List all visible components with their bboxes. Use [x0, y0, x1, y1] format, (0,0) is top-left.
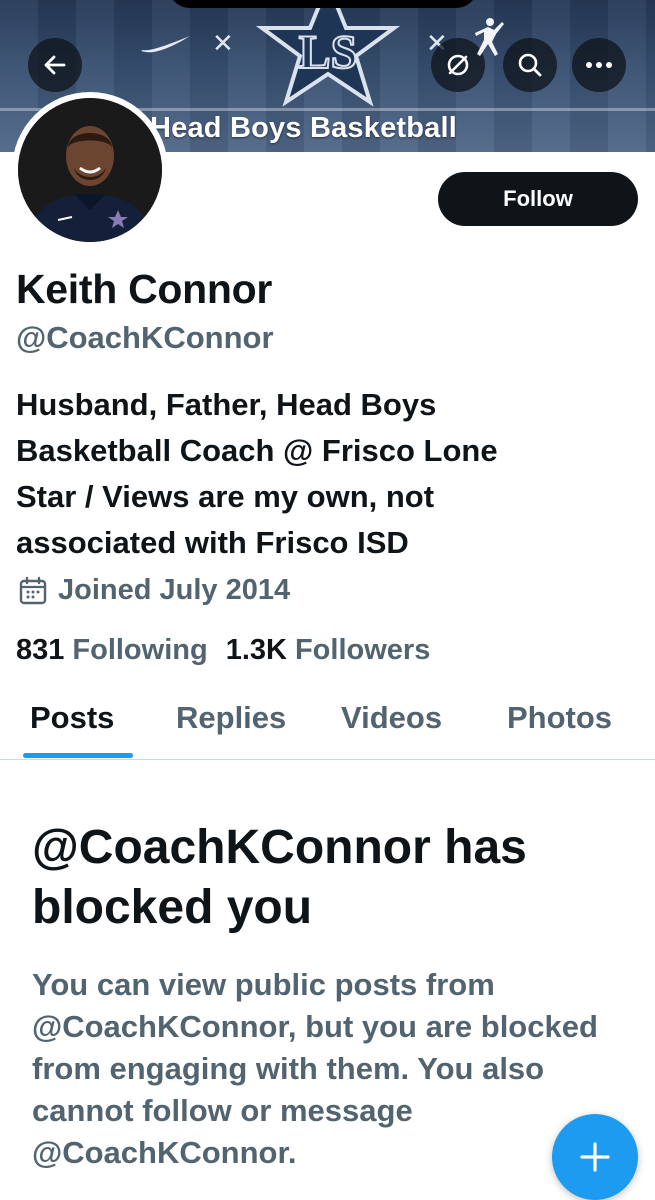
calendar-icon [19, 576, 47, 604]
tab-videos[interactable]: Videos [341, 700, 442, 736]
active-tab-indicator [23, 753, 133, 758]
joined-text: Joined July 2014 [58, 574, 291, 606]
follow-stats: 831 Following 1.3K Followers [16, 634, 430, 667]
tab-photos[interactable]: Photos [507, 700, 612, 736]
blocked-title: @CoachKConnor has blocked you [32, 821, 527, 934]
follow-button[interactable]: Follow [438, 172, 638, 226]
camera-notch [168, 0, 478, 8]
jordan-logo [475, 18, 504, 56]
joined-date: Joined July 2014 [18, 574, 290, 607]
person-silhouette-icon [18, 98, 162, 242]
following-label: Following [72, 634, 208, 666]
back-button[interactable] [28, 38, 82, 92]
nike-logo [141, 36, 190, 53]
followers-label: Followers [294, 634, 431, 666]
search-button[interactable] [503, 38, 557, 92]
blocked-message: You can view public posts from @CoachKCo… [32, 967, 598, 1170]
plus-icon [580, 1142, 610, 1172]
tab-replies[interactable]: Replies [176, 700, 286, 736]
following-link[interactable]: 831 Following [16, 634, 208, 667]
slash-circle-icon [447, 54, 469, 76]
tab-posts[interactable]: Posts [30, 700, 114, 736]
banner-text: Head Boys Basketball [150, 112, 458, 144]
profile-name: Keith Connor [16, 266, 273, 312]
following-count: 831 [16, 634, 65, 666]
avatar-photo [18, 98, 162, 242]
followers-count: 1.3K [225, 634, 287, 666]
search-icon [518, 53, 542, 77]
logo-letters: LS [299, 26, 358, 79]
avatar[interactable] [12, 92, 168, 248]
lone-star-logo: LS [255, 0, 401, 107]
x-mark-icon: ✕ [212, 28, 234, 58]
followers-link[interactable]: 1.3K Followers [226, 634, 431, 667]
compose-button[interactable] [552, 1114, 638, 1200]
profile-handle: @CoachKConnor [16, 320, 274, 355]
tabs-divider [0, 759, 655, 760]
arrow-left-icon [44, 55, 66, 75]
profile-tabs: Posts Replies Videos Photos [0, 700, 655, 760]
more-horizontal-icon [586, 62, 612, 68]
more-button[interactable] [572, 38, 626, 92]
profile-bio: Husband, Father, Head Boys Basketball Co… [16, 387, 498, 560]
